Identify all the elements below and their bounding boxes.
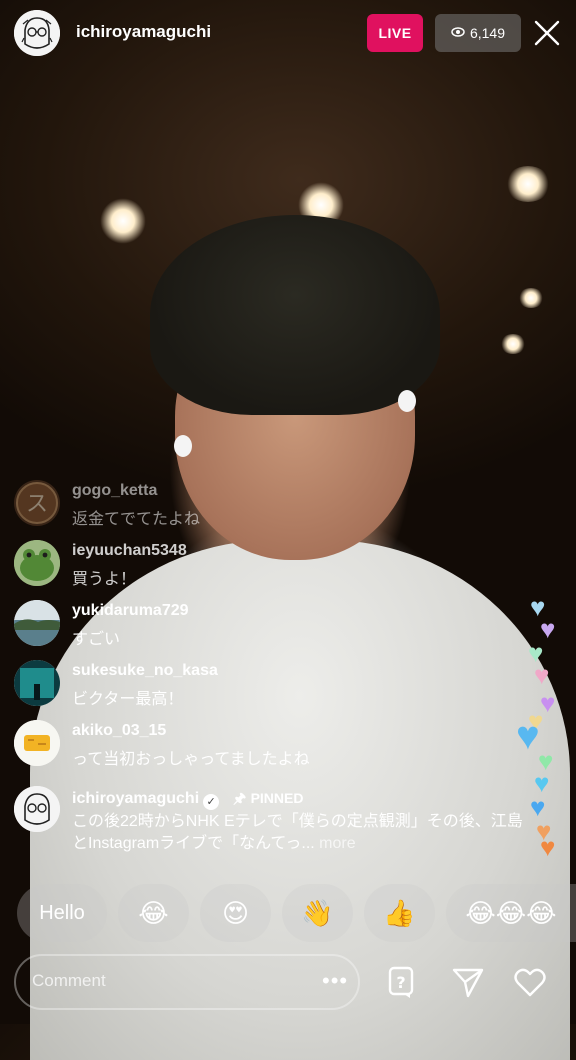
streamer-hair (150, 215, 440, 415)
question-box-icon[interactable]: ? (384, 964, 420, 1000)
comment-box[interactable]: ••• (14, 954, 360, 1010)
comment-text: 買うよ！ (72, 571, 137, 588)
kanji-avatar: ス (14, 480, 60, 526)
earbud (174, 435, 192, 457)
pinned-text-row: この後22時からNHK Eテレで「僕らの定点観測」その後、江島とInstagra… (72, 811, 532, 855)
earbud (398, 390, 416, 412)
streamer-username[interactable]: ichiroyamaguchi (76, 22, 211, 42)
quick-reaction-triple-laugh[interactable]: 😂😂😂 (446, 884, 576, 942)
live-badge: LIVE (367, 14, 423, 52)
pinned-text: この後22時からNHK Eテレで「僕らの定点観測」その後、江島とInstagra… (72, 813, 523, 852)
send-icon[interactable] (450, 964, 486, 1000)
pinned-username-row: ichiroyamaguchi ✓ 🖈 PINNED (72, 788, 303, 812)
svg-text:ス: ス (26, 492, 48, 517)
food-avatar (14, 720, 60, 766)
close-button[interactable] (530, 16, 564, 50)
verified-badge-icon: ✓ (203, 794, 220, 810)
more-link[interactable]: more (319, 835, 355, 852)
frog-avatar (14, 540, 60, 586)
comment-username: sukesuke_no_kasa (72, 662, 218, 679)
comment-input[interactable] (30, 970, 304, 992)
heart-icon: ♥ (534, 660, 550, 690)
heart-icon[interactable] (512, 964, 548, 1000)
ceiling-light (505, 166, 551, 202)
svg-text:?: ? (396, 973, 405, 992)
comment-username: gogo_ketta (72, 482, 158, 499)
more-options-icon[interactable]: ••• (322, 968, 348, 994)
comment-username: yukidaruma729 (72, 602, 189, 619)
sketch-portrait-icon (14, 10, 60, 56)
heart-icon: ♥ (516, 714, 540, 758)
comment-text: 返金てでてたよね (72, 511, 201, 528)
comment-username: akiko_03_15 (72, 722, 167, 739)
quick-reaction-hello[interactable]: Hello (17, 884, 107, 942)
streamer-avatar[interactable] (14, 10, 60, 56)
landscape-avatar (14, 600, 60, 646)
close-icon (534, 20, 560, 46)
pinned-label: PINNED (250, 790, 304, 806)
ceiling-light (518, 288, 544, 308)
comment-text: すごい (72, 631, 121, 648)
comment-text: って当初おっしゃってましたよね (72, 751, 310, 768)
heart-icon: ♥ (540, 832, 556, 862)
quick-reaction-heart-eyes[interactable]: 😍 (200, 884, 271, 942)
pin-icon: 🖈 (233, 790, 247, 806)
ceiling-light (100, 198, 146, 244)
comment-username: ieyuuchan5348 (72, 542, 187, 559)
quick-reaction-thumbs-up[interactable]: 👍 (364, 884, 435, 942)
viewer-count: 6,149 (469, 25, 506, 41)
sketch-portrait-avatar (14, 786, 60, 832)
ceiling-light (500, 334, 526, 354)
quick-reaction-laugh[interactable]: 😂 (118, 884, 189, 942)
viewer-count-badge[interactable]: 6,149 (435, 14, 521, 52)
quick-reaction-wave[interactable]: 👋 (282, 884, 353, 942)
comment-text: ビクター最高！ (72, 691, 184, 708)
aquarium-avatar (14, 660, 60, 706)
eye-icon (451, 25, 465, 41)
pinned-username: ichiroyamaguchi (72, 790, 200, 807)
